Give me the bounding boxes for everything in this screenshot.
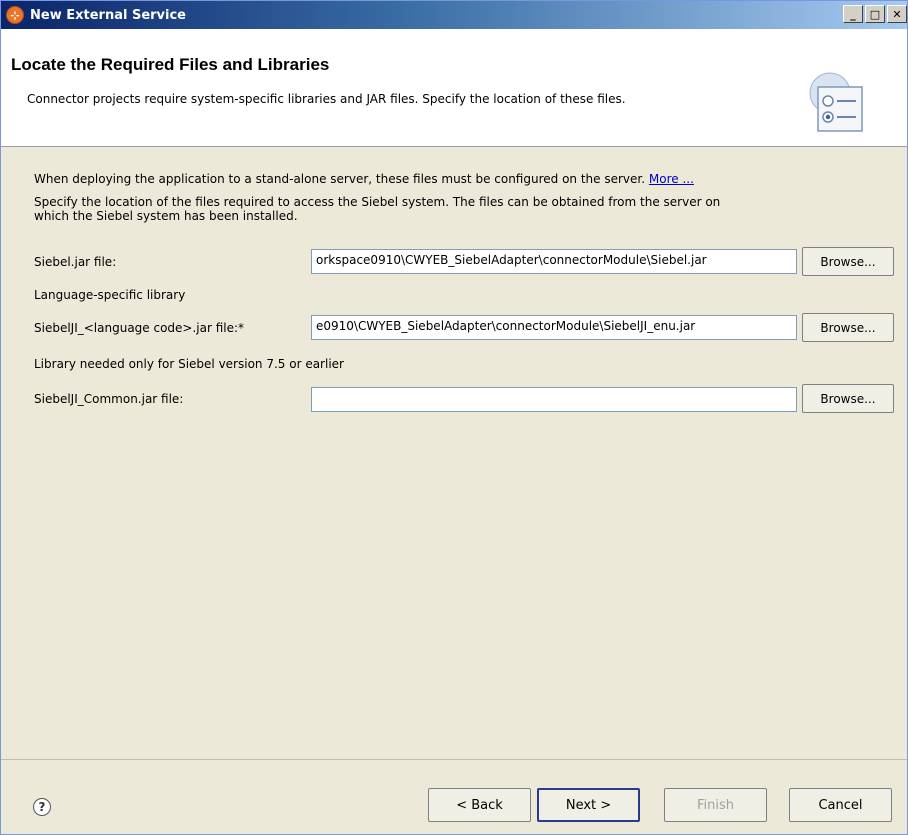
maximize-button[interactable]: □ bbox=[865, 5, 885, 23]
common-jar-browse-button[interactable]: Browse... bbox=[802, 384, 894, 413]
deploy-note-text: When deploying the application to a stan… bbox=[34, 172, 646, 186]
common-jar-input[interactable] bbox=[311, 387, 797, 412]
specify-line-1: Specify the location of the files requir… bbox=[34, 195, 721, 209]
radio-list-icon bbox=[809, 72, 863, 132]
page-title: Locate the Required Files and Libraries bbox=[11, 55, 330, 74]
window-title: New External Service bbox=[30, 7, 186, 23]
siebeljil-jar-browse-button[interactable]: Browse... bbox=[802, 313, 894, 342]
next-button[interactable]: Next > bbox=[537, 788, 640, 822]
window-controls: _ □ ✕ bbox=[841, 5, 907, 23]
minimize-button[interactable]: _ bbox=[843, 5, 863, 23]
close-button[interactable]: ✕ bbox=[887, 5, 907, 23]
wizard-content: When deploying the application to a stan… bbox=[1, 147, 907, 759]
finish-button[interactable]: Finish bbox=[664, 788, 767, 822]
legacy-library-label: Library needed only for Siebel version 7… bbox=[34, 357, 344, 371]
language-specific-label: Language-specific library bbox=[34, 288, 186, 302]
cancel-button[interactable]: Cancel bbox=[789, 788, 892, 822]
app-icon: ⊹ bbox=[6, 6, 24, 24]
siebel-jar-label: Siebel.jar file: bbox=[34, 255, 117, 269]
wizard-header: Locate the Required Files and Libraries … bbox=[1, 29, 907, 147]
siebel-jar-browse-button[interactable]: Browse... bbox=[802, 247, 894, 276]
siebeljil-jar-label: SiebelJI_<language code>.jar file:* bbox=[34, 321, 245, 335]
dialog-window: ⊹ New External Service _ □ ✕ Locate the … bbox=[0, 0, 908, 835]
specify-line-2: which the Siebel system has been install… bbox=[34, 209, 298, 223]
back-button[interactable]: < Back bbox=[428, 788, 531, 822]
deploy-note: When deploying the application to a stan… bbox=[34, 172, 694, 186]
wizard-footer: ? < Back Next > Finish Cancel bbox=[1, 759, 907, 834]
help-icon[interactable]: ? bbox=[33, 798, 51, 816]
common-jar-label: SiebelJI_Common.jar file: bbox=[34, 392, 184, 406]
more-link[interactable]: More ... bbox=[649, 172, 694, 186]
page-description: Connector projects require system-specif… bbox=[27, 92, 626, 106]
title-bar[interactable]: ⊹ New External Service _ □ ✕ bbox=[1, 1, 907, 29]
siebel-jar-input[interactable]: orkspace0910\CWYEB_SiebelAdapter\connect… bbox=[311, 249, 797, 274]
siebeljil-jar-input[interactable]: e0910\CWYEB_SiebelAdapter\connectorModul… bbox=[311, 315, 797, 340]
